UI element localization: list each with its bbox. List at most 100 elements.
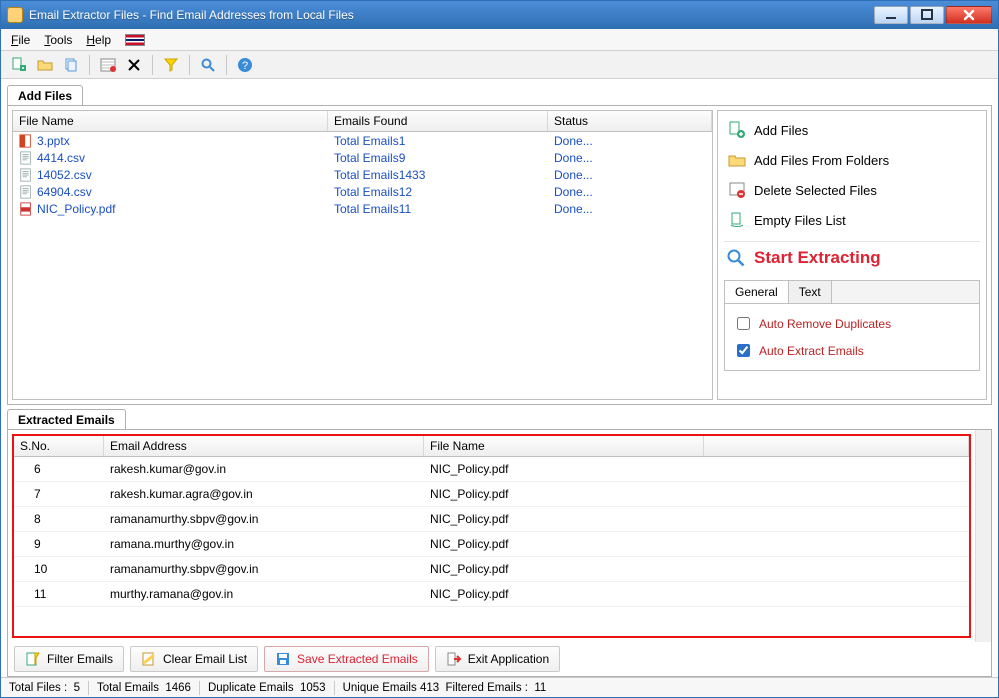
exit-label: Exit Application <box>468 652 549 666</box>
funnel-icon <box>163 57 179 73</box>
col-file-name[interactable]: File Name <box>13 111 328 131</box>
file-row[interactable]: 14052.csvTotal Emails1433Done... <box>13 166 712 183</box>
tab-extracted-emails[interactable]: Extracted Emails <box>7 409 126 430</box>
side-empty-label: Empty Files List <box>754 213 846 228</box>
empty-list-icon <box>728 211 746 229</box>
files-grid: File Name Emails Found Status 3.pptxTota… <box>12 110 713 400</box>
minimize-button[interactable] <box>874 6 908 24</box>
status-filtered: 11 <box>534 682 546 694</box>
app-icon <box>7 7 23 23</box>
side-delete-label: Delete Selected Files <box>754 183 877 198</box>
file-row[interactable]: 64904.csvTotal Emails12Done... <box>13 183 712 200</box>
add-files-icon <box>11 57 27 73</box>
tb-delete[interactable] <box>124 55 144 75</box>
side-delete-selected[interactable]: Delete Selected Files <box>724 177 980 203</box>
menu-file[interactable]: File <box>11 33 30 47</box>
add-files-icon <box>728 121 746 139</box>
save-label: Save Extracted Emails <box>297 652 418 666</box>
extracted-row[interactable]: 8ramanamurthy.sbpv@gov.inNIC_Policy.pdf <box>14 507 969 532</box>
col-sno[interactable]: S.No. <box>14 436 104 456</box>
col-email[interactable]: Email Address <box>104 436 424 456</box>
scrollbar[interactable] <box>975 430 991 642</box>
bottom-button-bar: Filter Emails Clear Email List Save Extr… <box>8 642 991 676</box>
window-buttons <box>874 6 992 24</box>
language-flag-icon[interactable] <box>125 34 145 46</box>
extracted-row[interactable]: 7rakesh.kumar.agra@gov.inNIC_Policy.pdf <box>14 482 969 507</box>
close-icon <box>961 7 977 23</box>
extracted-grid-header: S.No. Email Address File Name <box>14 436 969 457</box>
exit-icon <box>446 651 462 667</box>
subtab-text[interactable]: Text <box>788 280 832 303</box>
status-dup: 1053 <box>300 682 326 694</box>
side-start-extracting[interactable]: Start Extracting <box>724 241 980 270</box>
col-emails-found[interactable]: Emails Found <box>328 111 548 131</box>
extracted-row[interactable]: 9ramana.murthy@gov.inNIC_Policy.pdf <box>14 532 969 557</box>
side-add-folders[interactable]: Add Files From Folders <box>724 147 980 173</box>
clear-email-list-button[interactable]: Clear Email List <box>130 646 258 672</box>
client-area: Add Files File Name Emails Found Status … <box>1 79 998 677</box>
file-row[interactable]: 4414.csvTotal Emails9Done... <box>13 149 712 166</box>
delete-icon <box>126 57 142 73</box>
tb-search[interactable] <box>198 55 218 75</box>
close-button[interactable] <box>946 6 992 24</box>
status-total-emails-label: Total Emails <box>97 682 159 694</box>
window-title: Email Extractor Files - Find Email Addre… <box>29 8 874 22</box>
search-icon <box>726 248 746 268</box>
status-unique: 413 <box>420 682 439 694</box>
status-total-emails: 1466 <box>165 682 191 694</box>
add-files-section: Add Files File Name Emails Found Status … <box>7 85 992 405</box>
menubar: File Tools Help <box>1 29 998 51</box>
folder-icon <box>37 57 53 73</box>
exit-application-button[interactable]: Exit Application <box>435 646 560 672</box>
col-status[interactable]: Status <box>548 111 712 131</box>
opt-auto-remove-duplicates[interactable]: Auto Remove Duplicates <box>731 310 973 337</box>
add-files-panel: File Name Emails Found Status 3.pptxTota… <box>7 105 992 405</box>
help-icon: ? <box>237 57 253 73</box>
tab-add-files[interactable]: Add Files <box>7 85 83 106</box>
minimize-icon <box>883 7 899 23</box>
status-filtered-label: Filtered Emails : <box>446 682 528 694</box>
filter-emails-button[interactable]: Filter Emails <box>14 646 124 672</box>
files-grid-body[interactable]: 3.pptxTotal Emails1Done...4414.csvTotal … <box>13 132 712 399</box>
menu-help[interactable]: Help <box>86 33 111 47</box>
side-add-folders-label: Add Files From Folders <box>754 153 889 168</box>
tb-copy[interactable] <box>61 55 81 75</box>
col-file[interactable]: File Name <box>424 436 704 456</box>
auto-remove-dup-label: Auto Remove Duplicates <box>759 317 891 331</box>
status-unique-label: Unique Emails <box>343 682 417 694</box>
file-row[interactable]: NIC_Policy.pdfTotal Emails11Done... <box>13 200 712 217</box>
status-total-files: 5 <box>74 682 80 694</box>
side-add-files-label: Add Files <box>754 123 808 138</box>
col-spacer <box>704 436 969 456</box>
menu-tools[interactable]: Tools <box>44 33 72 47</box>
file-row[interactable]: 3.pptxTotal Emails1Done... <box>13 132 712 149</box>
opt-auto-extract-emails[interactable]: Auto Extract Emails <box>731 337 973 364</box>
app-window: Email Extractor Files - Find Email Addre… <box>0 0 999 698</box>
extracted-grid-body[interactable]: 6rakesh.kumar@gov.inNIC_Policy.pdf7rakes… <box>14 457 969 636</box>
side-empty-list[interactable]: Empty Files List <box>724 207 980 233</box>
statusbar: Total Files : 5 Total Emails 1466 Duplic… <box>1 677 998 697</box>
folder-icon <box>728 151 746 169</box>
maximize-button[interactable] <box>910 6 944 24</box>
tb-help[interactable]: ? <box>235 55 255 75</box>
extracted-row[interactable]: 10ramanamurthy.sbpv@gov.inNIC_Policy.pdf <box>14 557 969 582</box>
clear-label: Clear Email List <box>163 652 247 666</box>
subtab-general[interactable]: General <box>724 280 789 303</box>
tb-list[interactable] <box>98 55 118 75</box>
maximize-icon <box>919 7 935 23</box>
extracted-row[interactable]: 11murthy.ramana@gov.inNIC_Policy.pdf <box>14 582 969 607</box>
start-extracting-label: Start Extracting <box>754 248 881 268</box>
tb-add-files[interactable] <box>9 55 29 75</box>
tb-add-folder[interactable] <box>35 55 55 75</box>
side-add-files[interactable]: Add Files <box>724 117 980 143</box>
files-grid-header: File Name Emails Found Status <box>13 111 712 132</box>
side-actions: Add Files Add Files From Folders Delete … <box>717 110 987 400</box>
toolbar-sep-4 <box>226 55 227 75</box>
auto-extract-checkbox[interactable] <box>737 344 750 357</box>
tb-filter[interactable] <box>161 55 181 75</box>
extracted-section: Extracted Emails S.No. Email Address Fil… <box>7 409 992 677</box>
filter-icon <box>25 651 41 667</box>
auto-remove-dup-checkbox[interactable] <box>737 317 750 330</box>
save-extracted-emails-button[interactable]: Save Extracted Emails <box>264 646 429 672</box>
extracted-row[interactable]: 6rakesh.kumar@gov.inNIC_Policy.pdf <box>14 457 969 482</box>
